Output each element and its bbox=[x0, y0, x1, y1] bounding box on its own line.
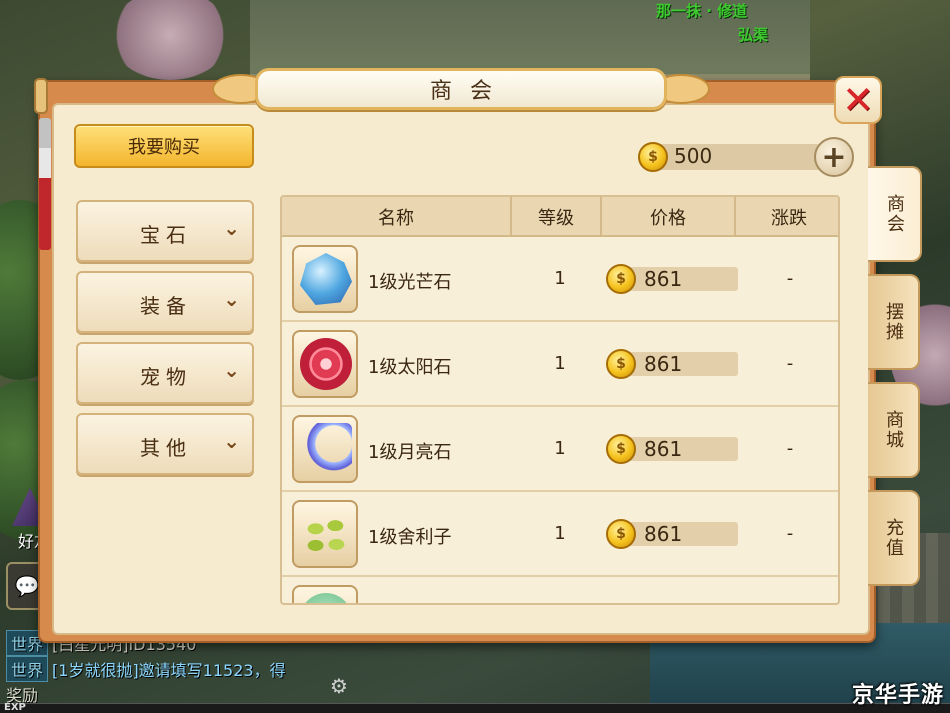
tab-stall[interactable]: 摆摊 bbox=[868, 274, 920, 370]
item-level: 1 bbox=[554, 523, 566, 544]
category-label: 装备 bbox=[140, 294, 192, 318]
table-row[interactable]: 1级舍利子 1 $ 861 - bbox=[282, 492, 838, 577]
npc-title: 弘渠 bbox=[738, 26, 769, 44]
exp-label: EXP bbox=[4, 702, 26, 713]
chevron-down-icon: ⌄ bbox=[223, 429, 240, 453]
tab-mall[interactable]: 商城 bbox=[868, 382, 920, 478]
item-level: 1 bbox=[554, 353, 566, 374]
item-slot[interactable] bbox=[292, 415, 358, 483]
chat-text: [1岁就很抛]邀请填写11523，得 bbox=[52, 661, 286, 680]
scroll-roll-ornament bbox=[34, 78, 48, 114]
item-price: $ 861 bbox=[606, 434, 738, 464]
item-price: $ 861 bbox=[606, 264, 738, 294]
moon-stone-icon bbox=[300, 423, 352, 475]
price-change: - bbox=[786, 268, 794, 289]
category-pets-button[interactable]: 宠物 ⌄ bbox=[76, 342, 254, 404]
category-label: 宠物 bbox=[140, 365, 192, 389]
gold-coin-icon: $ bbox=[606, 434, 636, 464]
price-change: - bbox=[786, 438, 794, 459]
table-row[interactable]: 1级光芒石 1 $ 861 - bbox=[282, 237, 838, 322]
item-level: 1 bbox=[554, 268, 566, 289]
title-plate: 商会 bbox=[255, 68, 667, 110]
price-value: 861 bbox=[644, 352, 683, 376]
close-button[interactable]: ✕ bbox=[834, 76, 882, 124]
item-slot[interactable] bbox=[292, 500, 358, 568]
price-value: 861 bbox=[644, 437, 683, 461]
close-icon: ✕ bbox=[842, 78, 874, 122]
item-name: 1级月亮石 bbox=[368, 442, 452, 463]
category-other-button[interactable]: 其他 ⌄ bbox=[76, 413, 254, 475]
gem-icon bbox=[300, 593, 352, 603]
price-value: 861 bbox=[644, 522, 683, 546]
chevron-down-icon: ⌄ bbox=[223, 216, 240, 240]
gold-balance: $ 500 bbox=[638, 140, 823, 172]
tab-label: 商会 bbox=[884, 194, 905, 234]
item-slot[interactable] bbox=[292, 585, 358, 603]
price-change: - bbox=[786, 523, 794, 544]
chevron-down-icon: ⌄ bbox=[223, 287, 240, 311]
item-name: 1级光芒石 bbox=[368, 272, 452, 293]
watermark: 京华手游 bbox=[851, 683, 944, 708]
sun-stone-icon bbox=[300, 338, 352, 390]
tab-label: 充值 bbox=[883, 518, 904, 558]
price-value: 861 bbox=[644, 267, 683, 291]
gold-coin-icon: $ bbox=[638, 142, 668, 172]
item-name: 1级舍利子 bbox=[368, 527, 452, 548]
tab-recharge[interactable]: 充值 bbox=[868, 490, 920, 586]
table-row-partial[interactable] bbox=[282, 577, 838, 603]
gold-amount: 500 bbox=[674, 144, 713, 168]
column-header-price: 价格 bbox=[602, 197, 736, 237]
item-price: $ 861 bbox=[606, 349, 738, 379]
category-label: 其他 bbox=[140, 436, 192, 460]
column-header-level: 等级 bbox=[512, 197, 602, 237]
tab-label: 摆摊 bbox=[883, 302, 904, 342]
blossom-tree bbox=[110, 0, 230, 80]
price-change: - bbox=[786, 353, 794, 374]
category-gems-button[interactable]: 宝石 ⌄ bbox=[76, 200, 254, 262]
gear-icon[interactable]: ⚙ bbox=[330, 674, 348, 698]
gold-coin-icon: $ bbox=[606, 519, 636, 549]
tab-label: 商城 bbox=[883, 410, 904, 450]
chat-channel-tag[interactable]: 世界 bbox=[6, 656, 49, 682]
item-slot[interactable] bbox=[292, 330, 358, 398]
gold-coin-icon: $ bbox=[606, 264, 636, 294]
exp-bar bbox=[0, 703, 950, 713]
npc-name[interactable]: 那一抹 · 修道 bbox=[656, 0, 747, 21]
goods-table: 名称 等级 价格 涨跌 1级光芒石 1 $ 861 - 1级太阳石 1 $ 86… bbox=[280, 195, 840, 605]
chat-line: 世界 [1岁就很抛]邀请填写11523，得 bbox=[6, 656, 286, 682]
gold-coin-icon: $ bbox=[606, 349, 636, 379]
table-header: 名称 等级 价格 涨跌 bbox=[282, 197, 838, 237]
category-label: 宝石 bbox=[140, 223, 192, 247]
window-title: 商会 bbox=[429, 79, 510, 104]
category-equipment-button[interactable]: 装备 ⌄ bbox=[76, 271, 254, 333]
item-level: 1 bbox=[554, 438, 566, 459]
column-header-change: 涨跌 bbox=[771, 208, 807, 229]
item-name: 1级太阳石 bbox=[368, 357, 452, 378]
table-row[interactable]: 1级太阳石 1 $ 861 - bbox=[282, 322, 838, 407]
table-row[interactable]: 1级月亮石 1 $ 861 - bbox=[282, 407, 838, 492]
add-gold-button[interactable]: + bbox=[814, 137, 854, 177]
crystal-gem-icon bbox=[300, 253, 352, 305]
buy-button[interactable]: 我要购买 bbox=[74, 124, 254, 168]
tab-chamber-of-commerce[interactable]: 商会 bbox=[868, 166, 922, 262]
chevron-down-icon: ⌄ bbox=[223, 358, 240, 382]
tassel-ornament bbox=[39, 118, 51, 250]
column-header-name: 名称 bbox=[282, 197, 512, 237]
item-price: $ 861 bbox=[606, 519, 738, 549]
relic-beads-icon bbox=[300, 508, 352, 560]
item-slot[interactable] bbox=[292, 245, 358, 313]
